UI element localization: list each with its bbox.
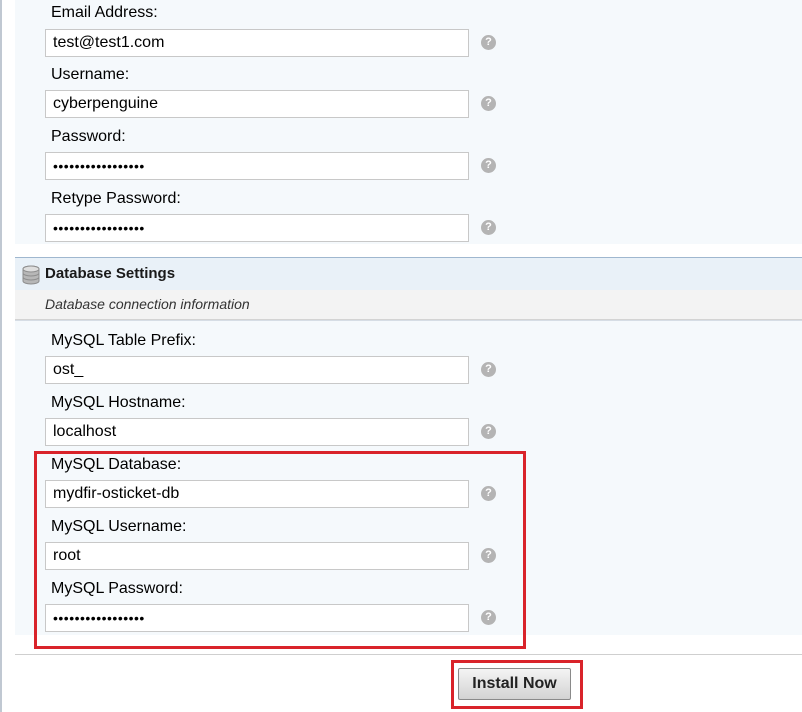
password-label: Password: bbox=[51, 128, 126, 145]
table-prefix-field[interactable]: ost_ bbox=[45, 356, 469, 384]
password-help-icon[interactable]: ? bbox=[481, 158, 496, 173]
username-label: Username: bbox=[51, 66, 130, 83]
left-border bbox=[0, 0, 2, 712]
database-settings-header: Database Settings bbox=[15, 257, 802, 290]
database-icon bbox=[22, 265, 40, 290]
section-subtitle: Database connection information bbox=[45, 296, 250, 312]
hostname-field[interactable]: localhost bbox=[45, 418, 469, 446]
password-field[interactable]: ••••••••••••••••• bbox=[45, 152, 469, 180]
table-prefix-help-icon[interactable]: ? bbox=[481, 362, 496, 377]
retype-password-field[interactable]: ••••••••••••••••• bbox=[45, 214, 469, 242]
retype-password-label: Retype Password: bbox=[51, 190, 181, 207]
install-button-highlight bbox=[451, 660, 583, 709]
username-help-icon[interactable]: ? bbox=[481, 96, 496, 111]
table-prefix-label: MySQL Table Prefix: bbox=[51, 332, 196, 349]
hostname-help-icon[interactable]: ? bbox=[481, 424, 496, 439]
email-field[interactable]: test@test1.com bbox=[45, 29, 469, 57]
email-help-icon[interactable]: ? bbox=[481, 35, 496, 50]
username-field[interactable]: cyberpenguine bbox=[45, 90, 469, 118]
section-title: Database Settings bbox=[45, 265, 176, 282]
hostname-label: MySQL Hostname: bbox=[51, 394, 186, 411]
section-subtitle-bar: Database connection information bbox=[15, 290, 802, 320]
database-fields-highlight bbox=[34, 451, 526, 649]
footer-divider bbox=[15, 654, 802, 655]
email-label: Email Address: bbox=[51, 4, 158, 21]
retype-password-help-icon[interactable]: ? bbox=[481, 220, 496, 235]
